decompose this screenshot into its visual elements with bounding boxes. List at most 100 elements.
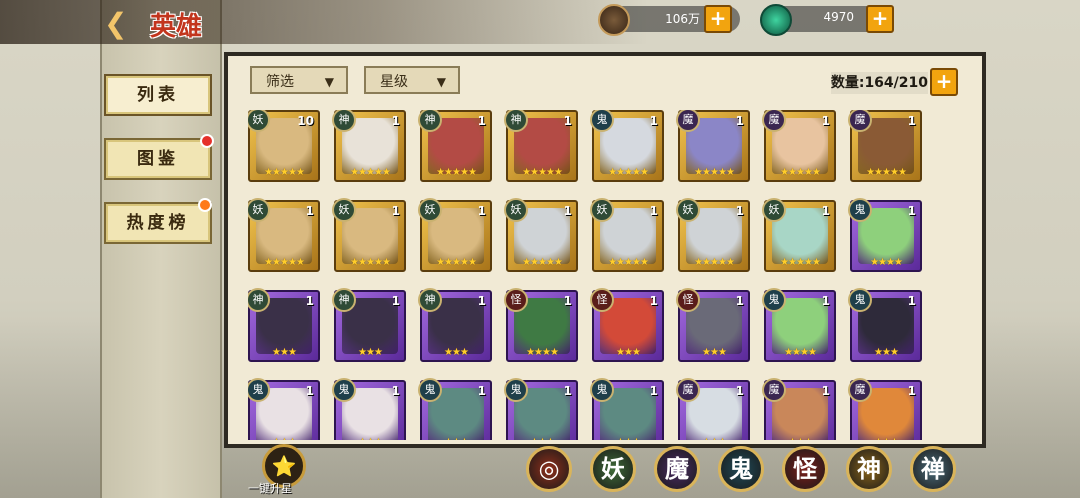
hero-card[interactable]: 神 1 ★★★★★ [504,110,578,182]
hero-grid: 妖 10 ★★★★★ 神 1 ★★★★★ 神 1 ★★★★★ 神 1 ★★★★★ 鬼 1 ★★★★★ 魔 1 ★★… [248,110,968,440]
hero-card[interactable]: 鬼1★★★ [848,288,922,362]
star-rating: ★★★ [766,437,834,440]
hero-level: 1 [391,114,400,128]
star-rating: ★★★★★ [780,257,821,268]
hero-card[interactable]: 魔 1 ★★★★★ [848,110,922,182]
faction-badge: 魔 [676,378,700,402]
star-rating: ★★★★★ [780,167,821,178]
faction-filter-button[interactable]: 禅 [910,446,956,492]
jade-value: 4970 [823,10,854,24]
hero-card[interactable]: 魔 1 ★★★ [676,378,750,440]
star-rating: ★★★★★ [264,257,305,268]
hero-card[interactable]: 神 1 ★★★★★ [418,110,492,182]
hero-card[interactable]: 神 1 ★★★ [332,288,406,362]
hero-level: 1 [907,384,916,398]
faction-filter-button[interactable]: 神 [846,446,892,492]
faction-badge: 怪 [590,288,614,312]
expand-capacity-button[interactable]: + [930,68,958,96]
faction-badge: 妖 [504,198,528,222]
hero-level: 1 [563,204,572,218]
hero-card[interactable]: 神 1 ★★★★★ [332,110,406,182]
hero-level: 1 [821,384,830,398]
all-factions-icon[interactable]: ◎ [526,446,572,492]
add-coin-button[interactable]: + [704,5,732,33]
hero-level: 1 [649,114,658,128]
tab-list[interactable]: 列表 [104,74,212,116]
faction-badge: 魔 [848,378,872,402]
faction-badge: 神 [418,288,442,312]
hero-level: 1 [907,204,916,218]
faction-badge: 鬼 [848,198,872,222]
star-rating: ★★★★★ [866,167,907,178]
hero-card[interactable]: 鬼 1 ★★★★ [762,288,836,362]
star-rating: ★★★★★ [350,167,391,178]
hero-level: 1 [821,204,830,218]
hero-card[interactable]: 魔 1 ★★★ [762,378,836,440]
tab-popularity[interactable]: 热度榜 [104,202,212,244]
star-rating: ★★★★ [526,347,559,358]
hero-level: 1 [391,384,400,398]
hero-card[interactable]: 妖 1 ★★★★★ [504,198,578,272]
tab-gallery[interactable]: 图鉴 [104,138,212,180]
hero-card[interactable]: 妖 1 ★★★★★ [332,198,406,272]
hero-card[interactable]: 鬼1★★★ [332,378,406,440]
faction-badge: 魔 [762,378,786,402]
star-rating: ★★★ [874,347,899,358]
hero-level: 1 [649,294,658,308]
hero-card[interactable]: 怪 1 ★★★ [676,288,750,362]
star-rating: ★★★ [358,347,383,358]
faction-filter-button[interactable]: 魔 [654,446,700,492]
faction-badge: 妖 [418,198,442,222]
count-value: 164/210 [864,75,928,91]
count-label: 数量: [830,75,865,91]
hero-level: 1 [477,384,486,398]
star-rating: ★★★★★ [694,167,735,178]
hero-card[interactable]: 妖 1 ★★★★★ [676,198,750,272]
hero-card[interactable]: 鬼1★★★ [590,378,664,440]
hero-card[interactable]: 魔 1 ★★★ [848,378,922,440]
hero-card[interactable]: 魔 1 ★★★★★ [762,110,836,182]
hero-level: 1 [735,204,744,218]
star-rating: ★★★ [680,437,748,440]
hero-level: 1 [649,204,658,218]
star-rating: ★★★ [444,347,469,358]
faction-filter-button[interactable]: 鬼 [718,446,764,492]
faction-badge: 鬼 [332,378,356,402]
add-jade-button[interactable]: + [866,5,894,33]
hero-card[interactable]: 妖 1 ★★★★★ [762,198,836,272]
hero-card[interactable]: 鬼 1 ★★★★★ [590,110,664,182]
hero-level: 1 [477,204,486,218]
filter-dropdown[interactable]: 筛选 ▼ [250,66,348,94]
hero-card[interactable]: 鬼1★★★ [504,378,578,440]
faction-filter-button[interactable]: 怪 [782,446,828,492]
faction-badge: 鬼 [590,378,614,402]
hero-level: 10 [297,114,314,128]
hero-card[interactable]: 神 1 ★★★ [418,288,492,362]
hero-count: 数量:164/210 [830,72,928,94]
star-rating: ★★★ [508,437,576,440]
coin-icon [598,4,630,36]
faction-badge: 神 [332,288,356,312]
hero-level: 1 [563,114,572,128]
hero-card[interactable]: 魔 1 ★★★★★ [676,110,750,182]
hero-card[interactable]: 鬼 1 ★★★★ [848,198,922,272]
faction-filter-button[interactable]: 妖 [590,446,636,492]
hero-card[interactable]: 怪 1 ★★★ [590,288,664,362]
gallery-badge [200,134,214,148]
star-rating: ★★★★★ [350,257,391,268]
hero-level: 1 [821,114,830,128]
hero-card[interactable]: 鬼1★★★ [248,378,320,440]
hero-card[interactable]: 神 1 ★★★ [248,288,320,362]
chevron-down-icon: ▼ [436,75,446,89]
hero-card[interactable]: 鬼1★★★ [418,378,492,440]
star-dropdown[interactable]: 星级 ▼ [364,66,460,94]
star-rating: ★★★ [702,347,727,358]
hero-card[interactable]: 妖 1 ★★★★★ [418,198,492,272]
hero-card[interactable]: 妖 1 ★★★★★ [248,198,320,272]
star-rating: ★★★★ [784,347,817,358]
back-arrow-icon[interactable]: ❮ [104,10,136,38]
star-rating: ★★★★ [870,257,903,268]
hero-card[interactable]: 怪 1 ★★★★ [504,288,578,362]
hero-card[interactable]: 妖 10 ★★★★★ [248,110,320,182]
hero-card[interactable]: 妖 1 ★★★★★ [590,198,664,272]
